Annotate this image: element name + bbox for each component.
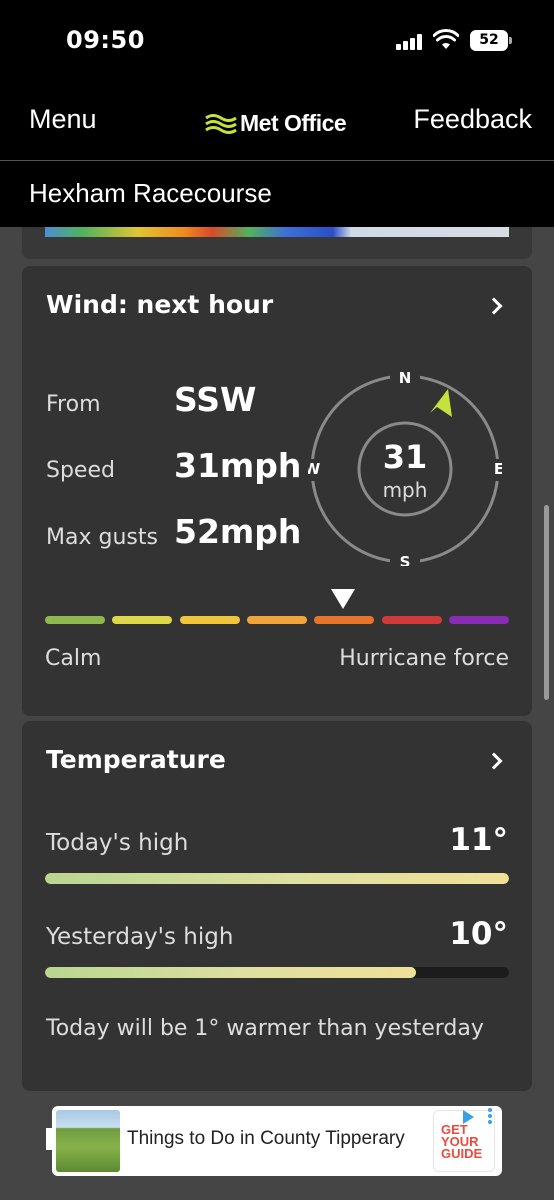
today-high-value: 11°	[449, 822, 508, 858]
wind-card: Wind: next hour From SSW Speed 31mph Max…	[22, 266, 532, 716]
location-bar: Hexham Racecourse	[0, 162, 554, 227]
wind-scale-segment	[314, 616, 375, 624]
today-high-label: Today's high	[46, 830, 189, 856]
top-nav: Menu Met Office Feedback	[0, 84, 554, 161]
wind-scale-segment	[381, 616, 442, 624]
wind-speed-label: Speed	[46, 458, 115, 483]
calm-label: Calm	[45, 646, 102, 671]
wifi-icon	[433, 29, 459, 49]
wind-scale-segment	[247, 616, 307, 624]
today-high-bar	[45, 873, 509, 884]
wind-scale-segment	[112, 616, 173, 624]
ad-image[interactable]	[56, 1110, 120, 1172]
wind-from-label: From	[46, 392, 101, 417]
temperature-card-title[interactable]: Temperature	[46, 745, 226, 774]
wind-scale-pointer-icon	[331, 589, 355, 609]
compass-speed-unit: mph	[383, 478, 428, 502]
ad-logo-text[interactable]: GET YOUR GUIDE	[441, 1123, 489, 1160]
hurricane-label: Hurricane force	[339, 646, 509, 671]
battery-icon: 52	[470, 30, 508, 51]
ad-banner[interactable]: Things to Do in County Tipperary GET YOU…	[52, 1106, 502, 1176]
temperature-summary: Today will be 1° warmer than yesterday	[46, 1016, 484, 1041]
wind-speed-value: 31mph	[174, 446, 302, 485]
wind-gusts-label: Max gusts	[46, 525, 158, 550]
yesterday-high-bar-fill	[45, 967, 417, 978]
today-high-bar-fill	[45, 873, 509, 884]
met-office-wave-icon	[205, 114, 237, 134]
compass-w-label: W	[308, 460, 321, 478]
wind-scale-segment	[449, 616, 509, 624]
met-office-logo[interactable]: Met Office	[205, 108, 347, 138]
chevron-right-icon[interactable]	[485, 752, 503, 770]
temperature-card: Temperature Today's high 11° Yesterday's…	[22, 721, 532, 1091]
scrollbar[interactable]	[544, 505, 549, 700]
compass-e-label: E	[494, 460, 502, 478]
ad-more-icon[interactable]	[488, 1108, 492, 1124]
compass-n-label: N	[399, 372, 412, 387]
logo-text: Met Office	[240, 109, 347, 136]
compass-speed-number: 31	[383, 438, 428, 476]
menu-button[interactable]: Menu	[29, 104, 97, 135]
feedback-button[interactable]: Feedback	[413, 104, 532, 135]
wind-from-value: SSW	[174, 380, 257, 419]
wind-compass: N E S W 31 mph	[308, 372, 502, 566]
wind-scale-segment	[179, 616, 240, 624]
ad-choices-icon[interactable]	[463, 1110, 474, 1124]
compass-s-label: S	[400, 553, 411, 566]
cellular-signal-icon	[396, 34, 426, 50]
wind-direction-arrow-icon	[430, 389, 452, 417]
wind-scale	[45, 616, 509, 624]
yesterday-high-bar	[45, 967, 509, 978]
ad-text[interactable]: Things to Do in County Tipperary	[127, 1128, 405, 1150]
chevron-right-icon[interactable]	[485, 297, 503, 315]
yesterday-high-value: 10°	[449, 916, 508, 952]
yesterday-high-label: Yesterday's high	[46, 924, 234, 950]
wind-scale-segment	[45, 616, 105, 624]
wind-gusts-value: 52mph	[174, 512, 302, 551]
status-bar: 09:50 52	[0, 0, 554, 84]
radar-map-image[interactable]	[45, 227, 509, 237]
wind-card-title[interactable]: Wind: next hour	[46, 290, 273, 319]
battery-cap	[509, 37, 512, 44]
status-time: 09:50	[66, 26, 145, 54]
location-name: Hexham Racecourse	[29, 178, 272, 208]
